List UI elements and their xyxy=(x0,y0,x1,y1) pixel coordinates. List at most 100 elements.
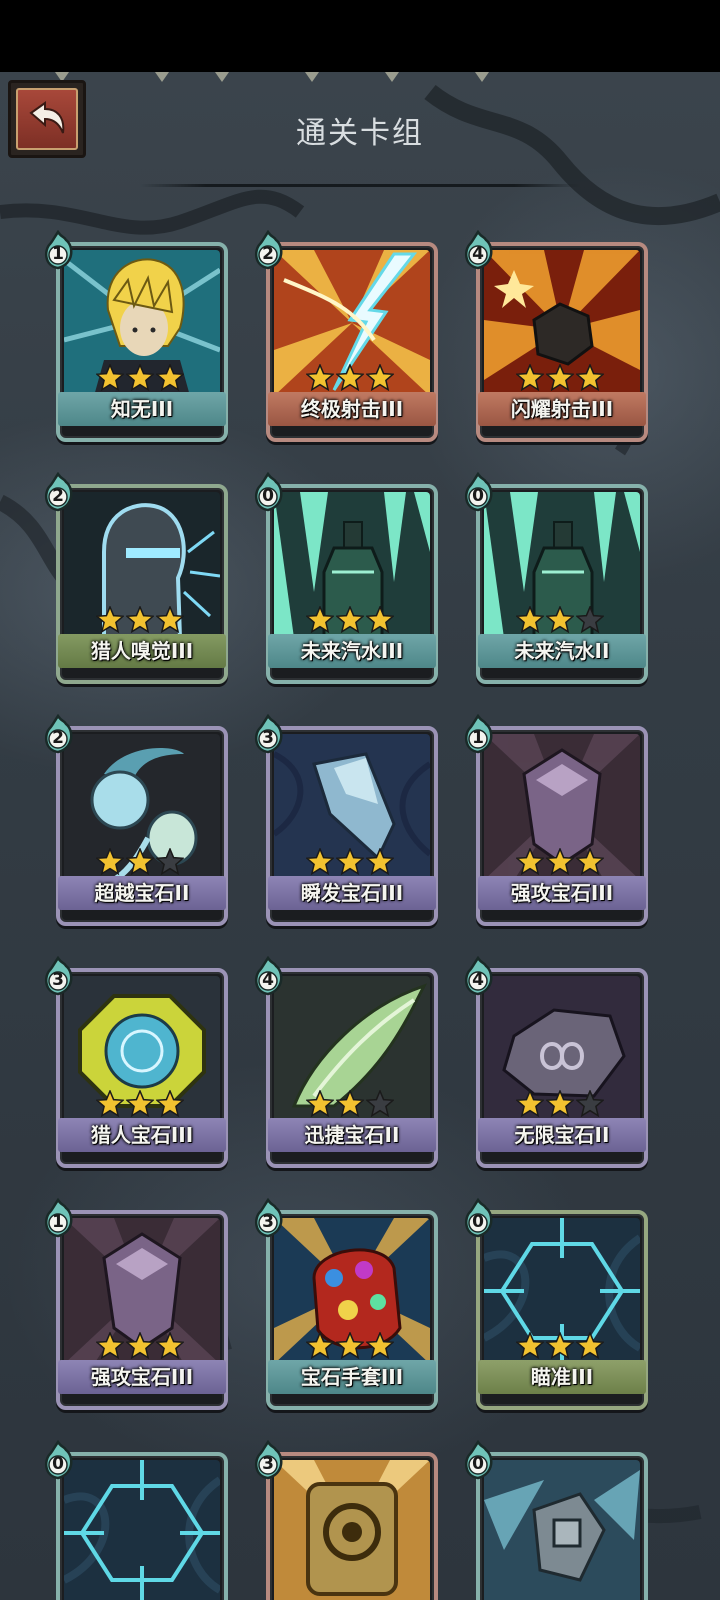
star-filled-icon xyxy=(306,848,334,876)
card-name: 终极射击III xyxy=(268,392,436,426)
star-filled-icon xyxy=(336,606,364,634)
deck-card[interactable]: 瞬发宝石III 3 xyxy=(254,713,440,926)
top-decoration xyxy=(55,72,489,82)
card-name: 强攻宝石III xyxy=(58,1360,226,1394)
card-name: 猎人嗅觉III xyxy=(58,634,226,668)
card-name: 知无III xyxy=(58,392,226,426)
deck-card[interactable]: 未来汽水II 0 xyxy=(464,471,650,684)
card-cost: 0 xyxy=(472,486,484,506)
card-cost: 0 xyxy=(52,1454,64,1474)
cost-badge: 4 xyxy=(254,955,290,998)
card-stars xyxy=(470,1090,650,1120)
star-filled-icon xyxy=(336,364,364,392)
card-name: 瞬发宝石III xyxy=(268,876,436,910)
star-filled-icon xyxy=(96,364,124,392)
deck-card[interactable]: 未来汽水III 0 xyxy=(254,471,440,684)
card-cost: 4 xyxy=(472,970,484,990)
cost-badge: 1 xyxy=(44,229,80,272)
card-cost: 3 xyxy=(262,1454,274,1474)
cost-badge: 3 xyxy=(254,1439,290,1482)
cost-badge: 4 xyxy=(464,955,500,998)
star-filled-icon xyxy=(126,1332,154,1360)
deck-card[interactable]: 猎人嗅觉III 2 xyxy=(44,471,230,684)
deck-card[interactable]: 知无III 1 xyxy=(44,229,230,442)
game-screen: 通关卡组 知无III 1 终极射击III 2 闪耀射击III 4 猎人嗅觉III… xyxy=(0,72,720,1600)
deck-card[interactable]: 闪耀射击III 4 xyxy=(464,229,650,442)
card-name: 超越宝石II xyxy=(58,876,226,910)
card-cost: 0 xyxy=(472,1454,484,1474)
cost-badge: 2 xyxy=(44,471,80,514)
deck-card[interactable]: 强攻宝石III 1 xyxy=(44,1197,230,1410)
star-filled-icon xyxy=(306,1332,334,1360)
star-filled-icon xyxy=(96,1090,124,1118)
deck-card[interactable]: 强攻宝石III 1 xyxy=(464,713,650,926)
card-name: 猎人宝石III xyxy=(58,1118,226,1152)
page-title: 通关卡组 xyxy=(296,116,424,151)
star-filled-icon xyxy=(366,1332,394,1360)
cost-badge: 0 xyxy=(44,1439,80,1482)
star-filled-icon xyxy=(126,364,154,392)
card-cost: 1 xyxy=(52,1212,64,1232)
card-stars xyxy=(50,606,230,636)
star-filled-icon xyxy=(96,606,124,634)
card-cost: 1 xyxy=(52,244,64,264)
card-stars xyxy=(260,1332,440,1362)
deck-card[interactable]: 猎人宝石III 3 xyxy=(44,955,230,1168)
card-name: 宝石手套III xyxy=(268,1360,436,1394)
star-filled-icon xyxy=(126,606,154,634)
card-cost: 4 xyxy=(472,244,484,264)
star-filled-icon xyxy=(546,606,574,634)
star-filled-icon xyxy=(546,364,574,392)
star-filled-icon xyxy=(576,364,604,392)
cost-badge: 2 xyxy=(254,229,290,272)
cost-badge: 3 xyxy=(44,955,80,998)
card-stars xyxy=(470,1332,650,1362)
card-name: 闪耀射击III xyxy=(478,392,646,426)
card-stars xyxy=(260,1090,440,1120)
cost-badge: 3 xyxy=(254,1197,290,1240)
star-filled-icon xyxy=(516,364,544,392)
card-stars xyxy=(50,1090,230,1120)
card-cost: 0 xyxy=(472,1212,484,1232)
star-filled-icon xyxy=(576,848,604,876)
star-filled-icon xyxy=(516,606,544,634)
star-filled-icon xyxy=(336,1090,364,1118)
deck-card[interactable]: 3 xyxy=(254,1439,440,1600)
card-stars xyxy=(470,364,650,394)
star-filled-icon xyxy=(546,848,574,876)
card-cost: 2 xyxy=(52,728,64,748)
cost-badge: 2 xyxy=(44,713,80,756)
star-filled-icon xyxy=(96,848,124,876)
star-filled-icon xyxy=(366,606,394,634)
card-stars xyxy=(260,848,440,878)
card-cost: 3 xyxy=(262,1212,274,1232)
card-name: 迅捷宝石II xyxy=(268,1118,436,1152)
deck-card[interactable]: 0 xyxy=(464,1439,650,1600)
deck-card[interactable]: 超越宝石II 2 xyxy=(44,713,230,926)
deck-card[interactable]: 瞄准III 0 xyxy=(464,1197,650,1410)
cost-badge: 4 xyxy=(464,229,500,272)
card-stars xyxy=(470,848,650,878)
star-filled-icon xyxy=(306,1090,334,1118)
card-stars xyxy=(50,364,230,394)
card-cost: 2 xyxy=(52,486,64,506)
star-filled-icon xyxy=(576,1332,604,1360)
deck-card[interactable]: 宝石手套III 3 xyxy=(254,1197,440,1410)
star-filled-icon xyxy=(306,364,334,392)
card-cost: 4 xyxy=(262,970,274,990)
cost-badge: 0 xyxy=(254,471,290,514)
star-filled-icon xyxy=(96,1332,124,1360)
star-filled-icon xyxy=(546,1090,574,1118)
star-filled-icon xyxy=(336,848,364,876)
card-name: 无限宝石II xyxy=(478,1118,646,1152)
deck-card[interactable]: 无限宝石II 4 xyxy=(464,955,650,1168)
card-cost: 2 xyxy=(262,244,274,264)
card-stars xyxy=(260,364,440,394)
deck-card[interactable]: 迅捷宝石II 4 xyxy=(254,955,440,1168)
deck-card[interactable]: 终极射击III 2 xyxy=(254,229,440,442)
cost-badge: 1 xyxy=(464,713,500,756)
deck-card[interactable]: 0 xyxy=(44,1439,230,1600)
card-art-crosshair xyxy=(64,1460,220,1600)
card-stars xyxy=(470,606,650,636)
cost-badge: 0 xyxy=(464,471,500,514)
